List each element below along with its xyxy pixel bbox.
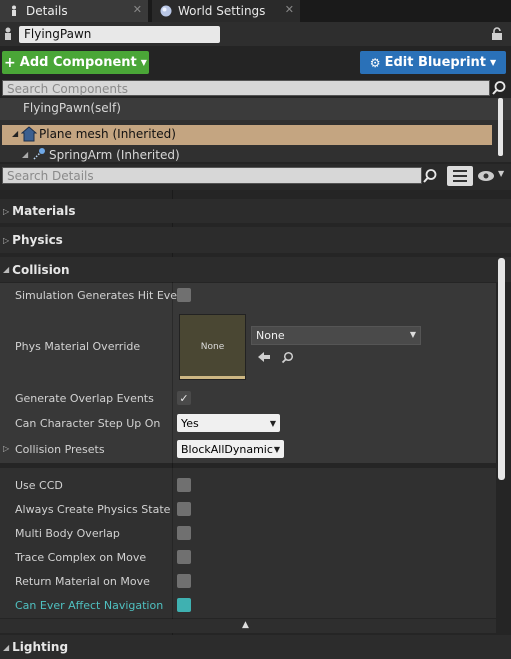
chevron-up-icon: ▲	[242, 620, 249, 630]
section-materials[interactable]: ▷ Materials	[0, 199, 511, 223]
component-self-label: FlyingPawn(self)	[23, 101, 121, 115]
prop-overlap-label: Generate Overlap Events	[15, 392, 154, 405]
chevron-down-icon: ▼	[490, 58, 497, 67]
sim-hit-checkbox[interactable]	[177, 288, 191, 302]
material-thumbnail[interactable]: None	[179, 314, 246, 380]
chevron-down-icon: ▼	[273, 444, 280, 454]
details-search-input[interactable]: Search Details	[2, 167, 422, 184]
section-collision[interactable]: ◢ Collision	[0, 257, 511, 282]
expand-arrow-icon[interactable]: ▷	[3, 444, 9, 453]
step-up-value: Yes	[181, 416, 199, 430]
view-options-button[interactable]: ▼	[477, 169, 509, 183]
browse-search-icon[interactable]	[281, 351, 294, 364]
close-icon[interactable]: ✕	[133, 3, 142, 16]
prop-trace-complex-label: Trace Complex on Move	[15, 551, 147, 564]
section-physics-label: Physics	[12, 233, 63, 247]
search-icon[interactable]	[422, 168, 438, 184]
tab-world-settings[interactable]: World Settings ✕	[152, 0, 300, 22]
section-lighting-label: Lighting	[12, 640, 69, 654]
search-icon[interactable]	[491, 80, 507, 96]
trace-complex-checkbox[interactable]	[177, 550, 191, 564]
section-collision-label: Collision	[12, 262, 70, 277]
phys-material-combo[interactable]: None ▼	[251, 326, 421, 345]
collapse-arrow-icon[interactable]: ◢	[12, 129, 18, 138]
prop-use-ccd-label: Use CCD	[15, 479, 63, 492]
mesh-icon	[21, 126, 37, 142]
prop-presets-label: Collision Presets	[15, 443, 105, 456]
collapse-arrow-icon: ◢	[3, 642, 10, 652]
component-plane-mesh-label: Plane mesh (Inherited)	[39, 127, 176, 141]
collision-advanced-group	[0, 468, 496, 618]
overlap-checkbox[interactable]: ✓	[177, 391, 191, 405]
edit-blueprint-button[interactable]: ⚙ Edit Blueprint ▼	[360, 51, 506, 74]
prop-return-material-label: Return Material on Move	[15, 575, 150, 588]
gears-icon: ⚙	[369, 55, 381, 70]
expand-arrow-icon: ▷	[3, 206, 10, 216]
affect-nav-checkbox[interactable]	[177, 598, 191, 612]
section-lighting[interactable]: ◢ Lighting	[0, 635, 511, 659]
actor-name-input[interactable]: FlyingPawn	[19, 26, 220, 43]
prop-step-up-label: Can Character Step Up On	[15, 417, 161, 430]
lock-icon[interactable]	[490, 27, 504, 41]
grid-icon	[453, 170, 467, 182]
details-icon	[12, 5, 16, 16]
advanced-toggle-row[interactable]: ▲	[0, 619, 496, 633]
add-component-label: Add Component	[19, 55, 137, 70]
phys-material-value: None	[256, 329, 285, 342]
component-springarm-label: SpringArm (Inherited)	[49, 148, 180, 162]
edit-blueprint-label: Edit Blueprint	[384, 55, 487, 70]
eye-icon	[478, 171, 494, 181]
chevron-down-icon: ▼	[409, 330, 416, 339]
presets-combo[interactable]: BlockAllDynamic ▼	[177, 440, 284, 458]
expand-arrow-icon: ▷	[3, 235, 10, 245]
multi-body-checkbox[interactable]	[177, 526, 191, 540]
always-physics-checkbox[interactable]	[177, 502, 191, 516]
collapse-arrow-icon: ◢	[3, 265, 10, 274]
collision-basic-group	[0, 283, 496, 463]
use-selected-arrow-icon[interactable]	[257, 351, 271, 363]
use-ccd-checkbox[interactable]	[177, 478, 191, 492]
close-icon[interactable]: ✕	[285, 3, 294, 16]
chevron-down-icon: ▼	[140, 58, 147, 67]
thumbnail-label: None	[200, 342, 225, 352]
property-matrix-button[interactable]	[447, 166, 473, 186]
component-search-input[interactable]: Search Components	[2, 80, 490, 96]
chevron-down-icon: ▼	[498, 169, 505, 178]
tab-world-settings-label: World Settings	[178, 4, 266, 18]
presets-value: BlockAllDynamic	[181, 442, 273, 456]
springarm-icon	[33, 148, 45, 160]
components-scrollbar[interactable]	[498, 98, 503, 156]
details-scrollbar[interactable]	[498, 258, 505, 480]
plus-icon: +	[4, 54, 16, 71]
tab-details[interactable]: Details ✕	[0, 0, 148, 22]
tab-details-label: Details	[26, 4, 68, 18]
collapse-arrow-icon[interactable]: ◢	[22, 150, 28, 159]
return-material-checkbox[interactable]	[177, 574, 191, 588]
prop-phys-override-label: Phys Material Override	[15, 340, 141, 353]
section-physics[interactable]: ▷ Physics	[0, 227, 511, 253]
chevron-down-icon: ▼	[269, 418, 276, 428]
globe-icon	[160, 5, 172, 17]
add-component-button[interactable]: + Add Component ▼	[2, 51, 149, 74]
column-divider	[172, 468, 173, 618]
section-materials-label: Materials	[12, 204, 76, 218]
thumbnail-bar	[180, 376, 245, 379]
step-up-combo[interactable]: Yes ▼	[177, 414, 280, 432]
prop-multi-body-label: Multi Body Overlap	[15, 527, 120, 540]
prop-always-physics-label: Always Create Physics State	[15, 503, 171, 516]
prop-sim-hit-label: Simulation Generates Hit Event	[15, 289, 189, 302]
prop-affect-nav-label: Can Ever Affect Navigation	[15, 599, 164, 612]
actor-icon	[5, 27, 11, 40]
column-divider	[172, 283, 173, 463]
